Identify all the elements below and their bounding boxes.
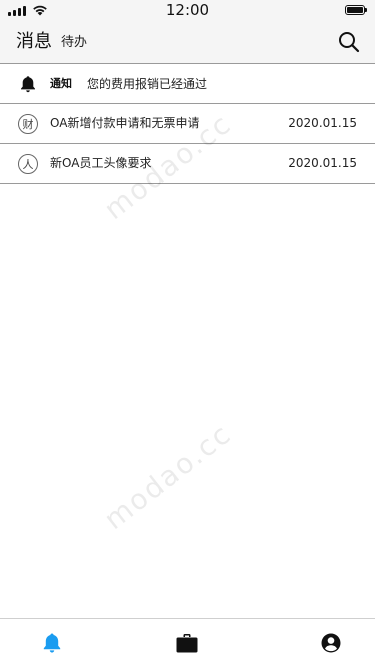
bell-icon <box>21 76 35 93</box>
notice-label: 通知 <box>50 77 72 90</box>
person-icon-glyph: 人 <box>18 154 38 174</box>
message-date: 2020.01.15 <box>288 116 357 130</box>
screen: 12:00 消息 待办 通知 您的费用报销已经通过 财 OA新增付款申请和无票申… <box>0 0 375 667</box>
status-time: 12:00 <box>165 1 210 19</box>
tab-bar <box>0 618 375 667</box>
message-date: 2020.01.15 <box>288 156 357 170</box>
message-list: 通知 您的费用报销已经通过 财 OA新增付款申请和无票申请 2020.01.15… <box>0 64 375 184</box>
watermark: modao.cc <box>97 416 238 537</box>
profile-icon[interactable] <box>319 631 343 655</box>
person-icon: 人 <box>18 154 38 174</box>
tab-todo[interactable]: 待办 <box>61 34 87 52</box>
header: 消息 待办 <box>0 20 375 64</box>
tab-messages[interactable]: 消息 <box>16 30 52 54</box>
notice-row[interactable]: 通知 您的费用报销已经通过 <box>0 64 375 104</box>
message-title: 新OA员工头像要求 <box>50 156 152 170</box>
list-item[interactable]: 财 OA新增付款申请和无票申请 2020.01.15 <box>0 104 375 144</box>
message-title: OA新增付款申请和无票申请 <box>50 116 200 130</box>
notice-text: 您的费用报销已经通过 <box>87 77 208 91</box>
status-bar: 12:00 <box>0 0 375 20</box>
briefcase-icon[interactable] <box>175 631 199 655</box>
list-item[interactable]: 人 新OA员工头像要求 2020.01.15 <box>0 144 375 184</box>
battery-level <box>347 7 363 13</box>
finance-icon-glyph: 财 <box>18 114 38 134</box>
bell-icon[interactable] <box>40 631 64 655</box>
search-icon[interactable] <box>337 30 361 54</box>
finance-icon: 财 <box>18 114 38 134</box>
battery-icon <box>345 5 367 15</box>
